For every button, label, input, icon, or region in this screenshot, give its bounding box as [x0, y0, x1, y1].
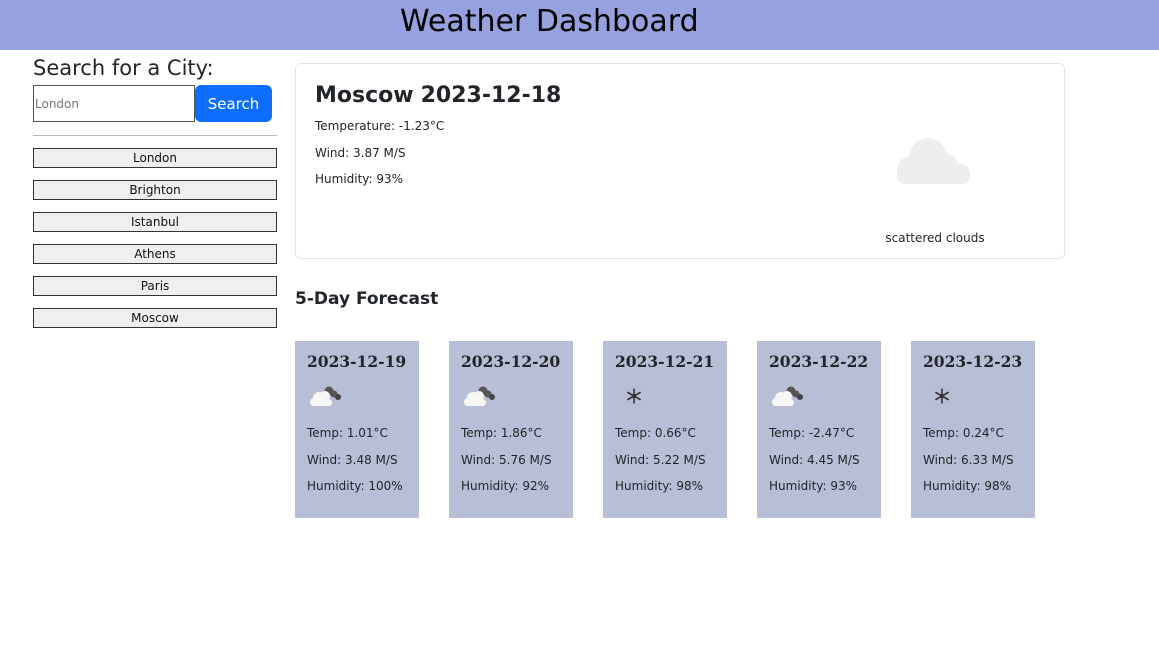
current-city: Moscow [315, 83, 414, 108]
forecast-temp: Temp: 0.66°C [615, 426, 696, 440]
forecast-card: 2023-12-23 Temp: 0.24°C Wind: 6.33 M/S H… [911, 341, 1035, 518]
history-city-brighton[interactable]: Brighton [33, 180, 277, 200]
forecast-card: 2023-12-20 Temp: 1.86°C Wind: 5.76 M/S H… [449, 341, 573, 518]
app-header: Weather Dashboard [0, 0, 1159, 50]
cloudy-night-icon [464, 386, 495, 406]
forecast-humidity: Humidity: 92% [461, 479, 550, 493]
page-title: Weather Dashboard [400, 4, 699, 39]
forecast-heading: 5-Day Forecast [295, 289, 439, 309]
current-city-heading: Moscow 2023-12-18 [315, 81, 561, 111]
forecast-date: 2023-12-22 [769, 352, 869, 371]
cloudy-night-icon [310, 386, 341, 406]
forecast-temp: Temp: -2.47°C [769, 426, 855, 440]
city-search-input[interactable] [33, 85, 195, 122]
forecast-wind: Wind: 5.76 M/S [461, 453, 552, 467]
forecast-wind: Wind: 3.48 M/S [307, 453, 398, 467]
forecast-temp: Temp: 1.86°C [461, 426, 542, 440]
current-humidity: Humidity: 93% [315, 172, 404, 186]
current-weather-card: Moscow 2023-12-18 Temperature: -1.23°C Wi… [295, 63, 1065, 259]
history-city-athens[interactable]: Athens [33, 244, 277, 264]
history-city-london[interactable]: London [33, 148, 277, 168]
forecast-wind: Wind: 6.33 M/S [923, 453, 1014, 467]
cloudy-night-icon [772, 386, 803, 406]
forecast-wind: Wind: 5.22 M/S [615, 453, 706, 467]
snow-icon [935, 388, 949, 404]
current-wind: Wind: 3.87 M/S [315, 146, 406, 160]
history-city-moscow[interactable]: Moscow [33, 308, 277, 328]
search-label: Search for a City: [33, 56, 214, 80]
search-form: Search [33, 85, 277, 123]
divider [33, 135, 277, 136]
history-city-istanbul[interactable]: Istanbul [33, 212, 277, 232]
search-history: London Brighton Istanbul Athens Paris Mo… [33, 148, 277, 328]
forecast-card: 2023-12-19 Temp: 1.01°C Wind: 3.48 M/S H… [295, 341, 419, 518]
forecast-card: 2023-12-22 Temp: -2.47°C Wind: 4.45 M/S … [757, 341, 881, 518]
forecast-card: 2023-12-21 Temp: 0.66°C Wind: 5.22 M/S H… [603, 341, 727, 518]
forecast-temp: Temp: 0.24°C [923, 426, 1004, 440]
forecast-date: 2023-12-21 [615, 352, 715, 371]
search-button[interactable]: Search [195, 85, 272, 122]
current-temperature: Temperature: -1.23°C [315, 119, 445, 133]
forecast-wind: Wind: 4.45 M/S [769, 453, 860, 467]
snow-icon [627, 388, 641, 404]
forecast-temp: Temp: 1.01°C [307, 426, 388, 440]
current-description: scattered clouds [885, 231, 985, 245]
forecast-date: 2023-12-19 [307, 352, 407, 371]
forecast-humidity: Humidity: 93% [769, 479, 858, 493]
sidebar: Search for a City: Search London Brighto… [33, 55, 277, 340]
current-date: 2023-12-18 [420, 83, 562, 108]
scattered-clouds-icon [897, 138, 970, 184]
forecast-humidity: Humidity: 100% [307, 479, 403, 493]
forecast-date: 2023-12-23 [923, 352, 1023, 371]
forecast-humidity: Humidity: 98% [615, 479, 704, 493]
forecast-date: 2023-12-20 [461, 352, 561, 371]
forecast-humidity: Humidity: 98% [923, 479, 1012, 493]
history-city-paris[interactable]: Paris [33, 276, 277, 296]
